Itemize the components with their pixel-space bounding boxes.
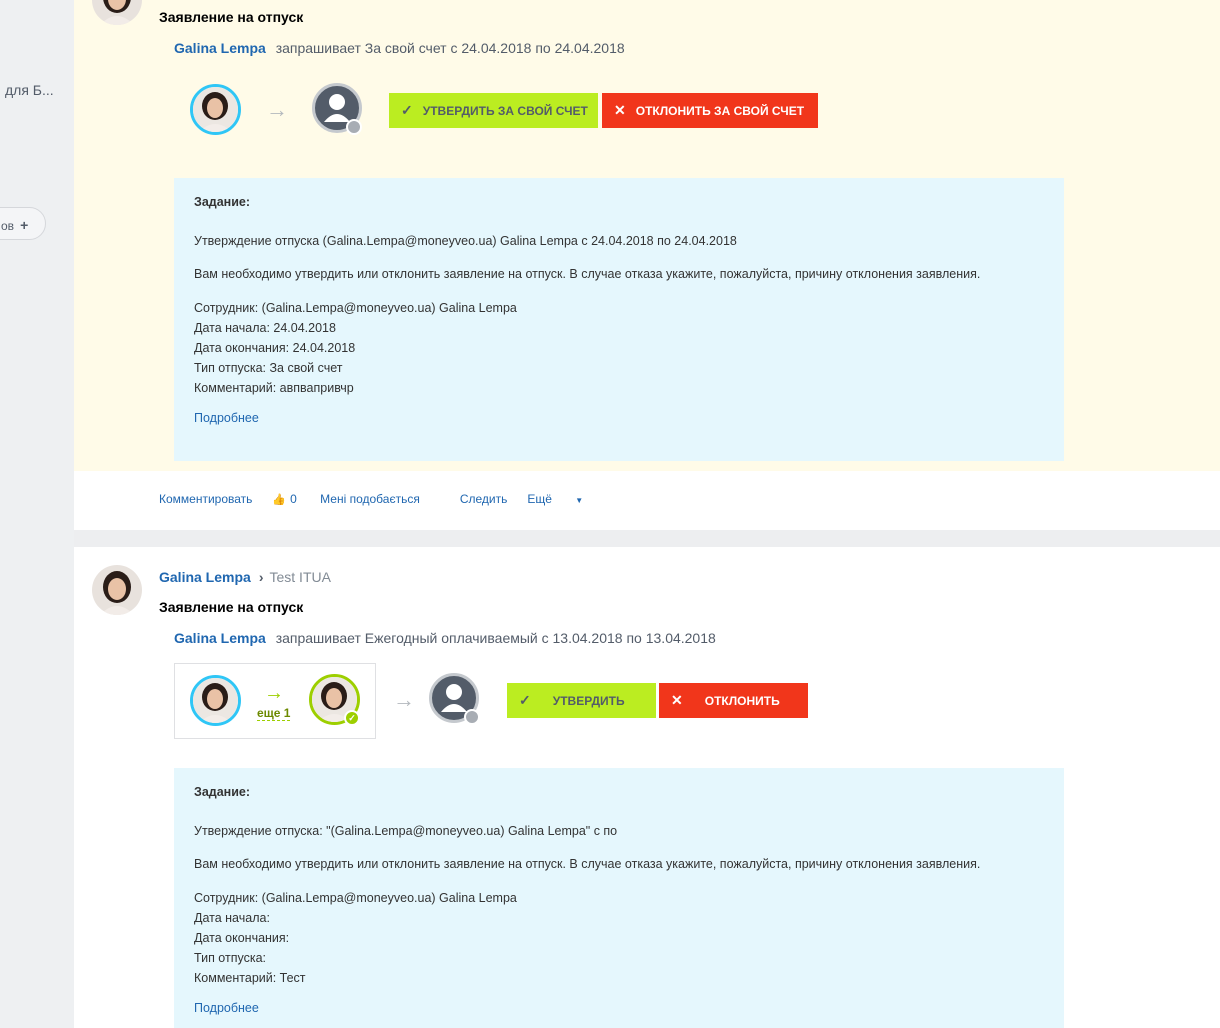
post-author-avatar[interactable]: [92, 565, 142, 615]
task-comment: Комментарий: Тест: [194, 971, 306, 985]
decline-unpaid-button[interactable]: ✕ Отклонить за свой счет: [602, 93, 818, 128]
task-end-date: Дата окончания: 24.04.2018: [194, 341, 356, 355]
feed-post-vacation-1: Заявление на отпуск Galina Lempa запраши…: [74, 0, 1220, 471]
sidebar-truncated-item[interactable]: для Б...: [5, 82, 54, 98]
comment-link[interactable]: Комментировать: [159, 492, 252, 506]
approve-unpaid-button[interactable]: ✓ Утвердить за свой счет: [389, 93, 598, 128]
feed-post-vacation-2: Galina Lempa › Test ITUA Заявление на отпу…: [74, 547, 1220, 1028]
close-icon: ✕: [614, 102, 626, 118]
requester-avatar[interactable]: [190, 675, 241, 726]
clock-icon: [346, 119, 362, 135]
post-breadcrumb: Galina Lempa › Test ITUA: [159, 569, 331, 585]
plus-icon: +: [20, 217, 29, 233]
thumb-up-icon: 👍: [272, 494, 287, 506]
task-start-date: Дата начала: 24.04.2018: [194, 321, 336, 335]
task-comment: Комментарий: авпвапривчр: [194, 381, 354, 395]
check-icon: ✓: [519, 692, 531, 708]
task-employee: Сотрудник: (Galina.Lempa@moneyveo.ua) Ga…: [194, 301, 517, 315]
chain-arrow-icon: →: [264, 682, 284, 704]
request-line: Galina Lempa запрашивает За свой счет с …: [174, 40, 625, 56]
post-destination[interactable]: Test ITUA: [269, 569, 330, 585]
left-sidebar: для Б... ов +: [0, 0, 74, 1028]
request-text: запрашивает За свой счет с 24.04.2018 по…: [275, 40, 625, 56]
chain-arrow-icon: →: [266, 97, 288, 122]
task-more-link[interactable]: Подробнее: [194, 411, 259, 425]
check-icon: ✓: [401, 102, 413, 118]
approved-check-icon: ✓: [344, 710, 360, 726]
requester-avatar[interactable]: [190, 84, 241, 135]
post-title: Заявление на отпуск: [159, 9, 304, 25]
chevron-right-icon: ›: [258, 569, 264, 585]
approve-button[interactable]: ✓ Утвердить: [507, 683, 656, 718]
task-box: Задание: Утверждение отпуска: "(Galina.L…: [174, 768, 1064, 1028]
task-end-date: Дата окончания:: [194, 931, 290, 945]
task-leave-type: Тип отпуска:: [194, 951, 267, 965]
request-author-link[interactable]: Galina Lempa: [174, 40, 266, 56]
more-approvers-link[interactable]: еще 1: [257, 706, 291, 721]
approve-unpaid-label: Утвердить за свой счет: [422, 103, 588, 118]
request-author-link[interactable]: Galina Lempa: [174, 630, 266, 646]
chain-arrow-icon: →: [393, 687, 415, 712]
task-heading: Задание:: [194, 785, 251, 799]
clock-icon: [464, 709, 480, 725]
sidebar-pill-label: ов: [1, 219, 15, 233]
follow-link[interactable]: Следить: [460, 492, 508, 506]
decline-unpaid-label: Отклонить за свой счет: [635, 103, 805, 118]
task-heading: Задание:: [194, 195, 251, 209]
sidebar-add-pill[interactable]: ов +: [0, 207, 46, 240]
post-author-link[interactable]: Galina Lempa: [159, 569, 251, 585]
task-approval-line: Утверждение отпуска: "(Galina.Lempa@mone…: [194, 824, 618, 838]
likes-count: 0: [290, 492, 297, 506]
post-title: Заявление на отпуск: [159, 599, 304, 615]
task-employee: Сотрудник: (Galina.Lempa@moneyveo.ua) Ga…: [194, 891, 517, 905]
request-line: Galina Lempa запрашивает Ежегодный оплач…: [174, 630, 716, 646]
chevron-down-icon: ▼: [575, 496, 584, 505]
close-icon: ✕: [671, 692, 683, 708]
more-menu-link[interactable]: Ещё ▼: [527, 492, 603, 506]
task-leave-type: Тип отпуска: За свой счет: [194, 361, 343, 375]
likes-label: Мені подобається: [320, 492, 420, 506]
task-box: Задание: Утверждение отпуска (Galina.Lem…: [174, 178, 1064, 461]
like-link[interactable]: 👍 0 Мені подобається: [272, 492, 439, 506]
request-text: запрашивает Ежегодный оплачиваемый с 13.…: [275, 630, 716, 646]
post-author-avatar[interactable]: [92, 0, 142, 25]
task-instruction: Вам необходимо утвердить или отклонить з…: [194, 857, 981, 871]
decline-button[interactable]: ✕ Отклонить: [659, 683, 808, 718]
decline-label: Отклонить: [704, 693, 780, 708]
task-approval-line: Утверждение отпуска (Galina.Lempa@moneyv…: [194, 234, 737, 248]
more-menu-label: Ещё: [527, 492, 552, 506]
post-actions: Комментировать 👍 0 Мені подобається Следи…: [159, 492, 623, 506]
approve-label: Утвердить: [552, 693, 625, 708]
task-start-date: Дата начала:: [194, 911, 270, 925]
approval-chain-box: → еще 1 ✓: [174, 663, 376, 739]
post-footer: Комментировать 👍 0 Мені подобається Следи…: [74, 471, 1220, 530]
task-more-link[interactable]: Подробнее: [194, 1001, 259, 1015]
task-instruction: Вам необходимо утвердить или отклонить з…: [194, 267, 981, 281]
